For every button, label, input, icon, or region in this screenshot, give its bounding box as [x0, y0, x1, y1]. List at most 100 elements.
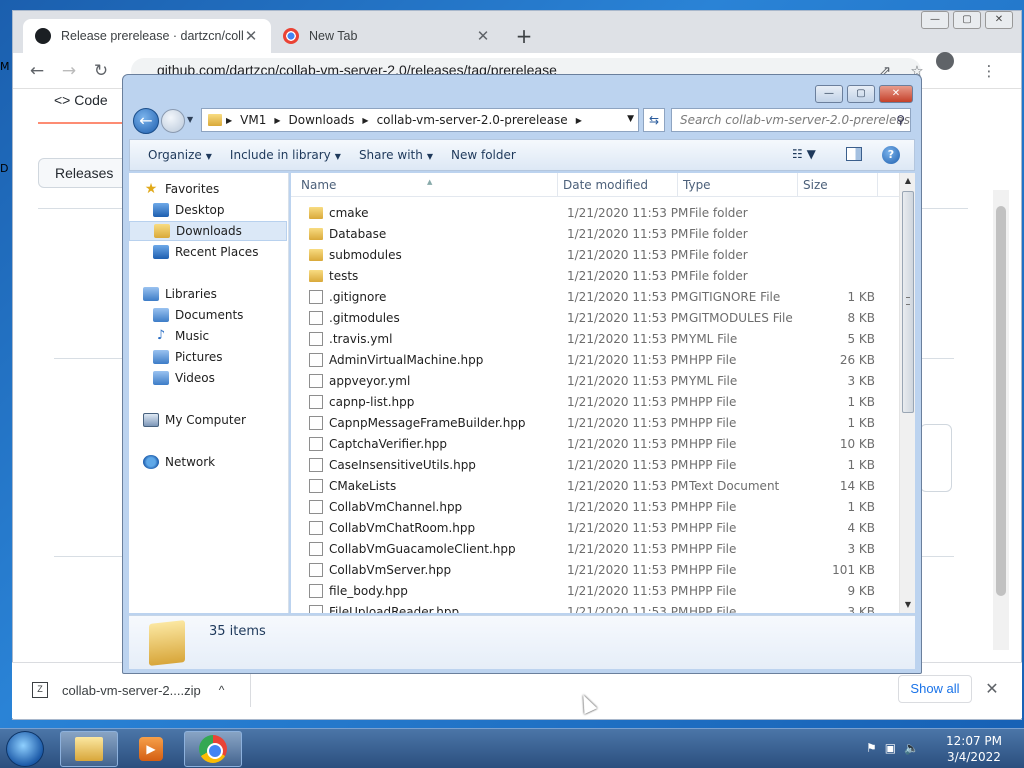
nav-libraries[interactable]: Libraries — [143, 284, 303, 304]
clock[interactable]: 12:07 PM 3/4/2022 — [946, 733, 1002, 765]
nav-network[interactable]: Network — [143, 452, 303, 472]
breadcrumb-arrow-icon[interactable]: ▶ — [226, 116, 232, 125]
column-divider[interactable] — [877, 173, 878, 197]
tab-close-icon[interactable]: ✕ — [243, 27, 259, 45]
taskbar-media-player-button[interactable]: ▶ — [122, 731, 180, 767]
file-row[interactable]: submodules 1/21/2020 11:53 PM File folder — [291, 245, 899, 266]
tab-release-prerelease[interactable]: Release prerelease · dartzcn/colla ✕ — [23, 19, 271, 53]
tab-close-icon[interactable]: ✕ — [475, 27, 491, 45]
forward-arrow-icon[interactable]: → — [59, 61, 79, 81]
search-icon[interactable]: ⚲ — [896, 113, 905, 127]
file-row[interactable]: .gitignore 1/21/2020 11:53 PM GITIGNORE Fi… — [291, 287, 899, 308]
nav-downloads[interactable]: Downloads — [129, 221, 287, 241]
column-size[interactable]: Size — [803, 178, 828, 192]
column-divider[interactable] — [797, 173, 798, 197]
explorer-minimize-button[interactable]: — — [815, 85, 843, 103]
releases-button[interactable]: Releases — [38, 158, 126, 188]
file-row[interactable]: CollabVmGuacamoleClient.hpp 1/21/2020 11:… — [291, 539, 899, 560]
file-row[interactable]: CollabVmServer.hpp 1/21/2020 11:53 PM HPP … — [291, 560, 899, 581]
back-arrow-icon[interactable]: ← — [27, 61, 47, 81]
address-dropdown-icon[interactable]: ▼ — [627, 114, 634, 124]
file-row[interactable]: AdminVirtualMachine.hpp 1/21/2020 11:53 P… — [291, 350, 899, 371]
file-row[interactable]: CollabVmChatRoom.hpp 1/21/2020 11:53 PM HP… — [291, 518, 899, 539]
file-list-scrollbar[interactable]: ▲ ▼ — [899, 173, 915, 613]
file-row[interactable]: cmake 1/21/2020 11:53 PM File folder — [291, 203, 899, 224]
breadcrumb-current-folder[interactable]: collab-vm-server-2.0-prerelease — [377, 113, 568, 127]
search-input[interactable]: Search collab-vm-server-2.0-prerelease ⚲ — [671, 108, 911, 132]
nav-music[interactable]: ♪ Music — [153, 326, 313, 346]
file-row[interactable]: appveyor.yml 1/21/2020 11:53 PM YML File 3 … — [291, 371, 899, 392]
nav-desktop[interactable]: Desktop — [153, 200, 313, 220]
explorer-close-button[interactable]: ✕ — [879, 85, 913, 103]
taskbar-explorer-button[interactable] — [60, 731, 118, 767]
file-row[interactable]: capnp-list.hpp 1/21/2020 11:53 PM HPP File… — [291, 392, 899, 413]
nav-favorites[interactable]: ★ Favorites — [143, 179, 303, 199]
scroll-thumb[interactable] — [902, 191, 914, 413]
column-divider[interactable] — [557, 173, 558, 197]
reload-icon[interactable]: ↻ — [91, 61, 111, 81]
back-arrow-icon[interactable]: ← — [133, 108, 159, 134]
scroll-down-arrow-icon[interactable]: ▼ — [900, 597, 915, 613]
file-row[interactable]: CapnpMessageFrameBuilder.hpp 1/21/2020 11… — [291, 413, 899, 434]
file-row[interactable]: Database 1/21/2020 11:53 PM File folder — [291, 224, 899, 245]
nav-my-computer[interactable]: My Computer — [143, 410, 303, 430]
tab-new-tab[interactable]: New Tab ✕ — [271, 19, 503, 53]
close-button[interactable]: ✕ — [985, 11, 1013, 29]
file-row[interactable]: CMakeLists 1/21/2020 11:53 PM Text Documen… — [291, 476, 899, 497]
nav-pictures[interactable]: Pictures — [153, 347, 313, 367]
file-row[interactable]: .travis.yml 1/21/2020 11:53 PM YML File 5 K… — [291, 329, 899, 350]
file-row[interactable]: CaptchaVerifier.hpp 1/21/2020 11:53 PM HPP… — [291, 434, 899, 455]
refresh-icon[interactable]: ⇆ — [643, 108, 665, 132]
forward-arrow-icon[interactable] — [161, 109, 185, 133]
maximize-button[interactable]: ▢ — [953, 11, 981, 29]
address-bar[interactable]: ▶ VM1 ▶ Downloads ▶ collab-vm-server-2.0… — [201, 108, 639, 132]
folder-icon — [208, 114, 222, 126]
network-tray-icon[interactable]: ▣ — [885, 741, 896, 755]
change-view-icon[interactable]: ☷ ▼ — [792, 147, 816, 161]
file-row[interactable]: FileUploadReader.hpp 1/21/2020 11:53 PM HP… — [291, 602, 899, 613]
nav-videos[interactable]: Videos — [153, 368, 313, 388]
share-with-menu[interactable]: Share with ▼ — [359, 148, 433, 162]
explorer-maximize-button[interactable]: ▢ — [847, 85, 875, 103]
scroll-thumb[interactable] — [996, 206, 1006, 596]
organize-menu[interactable]: Organize ▼ — [148, 148, 212, 162]
profile-avatar-icon[interactable] — [936, 52, 954, 70]
start-button-windows-icon[interactable] — [6, 731, 44, 767]
help-icon[interactable]: ? — [882, 146, 900, 164]
taskbar-chrome-button[interactable] — [184, 731, 242, 767]
new-tab-button[interactable]: + — [513, 25, 535, 47]
file-row[interactable]: .gitmodules 1/21/2020 11:53 PM GITMODULES … — [291, 308, 899, 329]
file-name: CaseInsensitiveUtils.hpp — [329, 458, 476, 472]
recent-pages-dropdown-icon[interactable]: ▼ — [187, 115, 193, 124]
download-item[interactable]: Z collab-vm-server-2....zip ^ — [32, 677, 252, 703]
volume-icon[interactable]: 🔈 — [904, 741, 919, 755]
include-in-library-menu[interactable]: Include in library ▼ — [230, 148, 341, 162]
download-bar-close-icon[interactable]: ✕ — [982, 675, 1002, 703]
new-folder-button[interactable]: New folder — [451, 148, 516, 162]
column-type[interactable]: Type — [683, 178, 711, 192]
file-row[interactable]: file_body.hpp 1/21/2020 11:53 PM HPP File 9… — [291, 581, 899, 602]
file-row[interactable]: CollabVmChannel.hpp 1/21/2020 11:53 PM HPP… — [291, 497, 899, 518]
scroll-up-arrow-icon[interactable]: ▲ — [900, 173, 915, 189]
page-scrollbar[interactable] — [993, 190, 1009, 650]
action-center-flag-icon[interactable]: ⚑ — [866, 741, 877, 755]
file-row[interactable]: tests 1/21/2020 11:53 PM File folder — [291, 266, 899, 287]
nav-documents[interactable]: Documents — [153, 305, 313, 325]
github-code-tab[interactable]: <> Code — [54, 92, 108, 108]
column-divider[interactable] — [677, 173, 678, 197]
breadcrumb-arrow-icon[interactable]: ▶ — [362, 116, 368, 125]
preview-pane-icon[interactable] — [846, 147, 862, 161]
file-row[interactable]: CaseInsensitiveUtils.hpp 1/21/2020 11:53 … — [291, 455, 899, 476]
show-all-button[interactable]: Show all — [898, 675, 972, 703]
column-name[interactable]: Name — [301, 178, 336, 192]
breadcrumb-downloads[interactable]: Downloads — [289, 113, 355, 127]
chevron-up-icon[interactable]: ^ — [219, 683, 225, 697]
breadcrumb-arrow-icon[interactable]: ▶ — [576, 116, 582, 125]
nav-recent-places[interactable]: Recent Places — [153, 242, 313, 262]
file-name: .gitignore — [329, 290, 387, 304]
minimize-button[interactable]: — — [921, 11, 949, 29]
breadcrumb-vm1[interactable]: VM1 — [240, 113, 266, 127]
breadcrumb-arrow-icon[interactable]: ▶ — [274, 116, 280, 125]
kebab-menu-icon[interactable]: ⋮ — [979, 61, 999, 81]
column-date[interactable]: Date modified — [563, 178, 648, 192]
